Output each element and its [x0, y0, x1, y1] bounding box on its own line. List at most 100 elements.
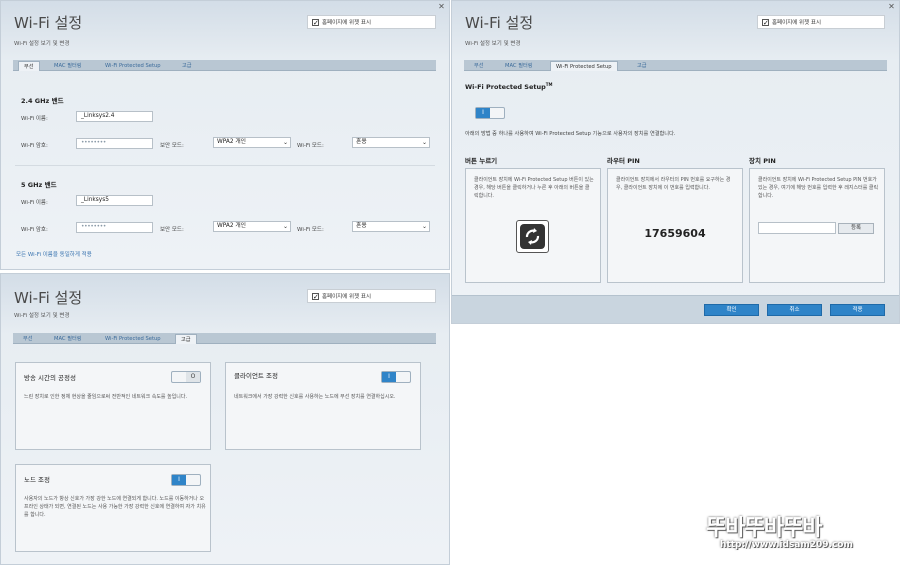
show-widget-checkbox[interactable]: ✓ 홈페이지에 위젯 표시: [307, 289, 436, 303]
band24-header: 2.4 GHz 밴드: [21, 97, 64, 105]
tab-wireless[interactable]: 무선: [18, 61, 40, 71]
band5-name-label: Wi-Fi 이름:: [21, 200, 48, 206]
band5-header: 5 GHz 밴드: [21, 181, 57, 189]
wifi-settings-window-advanced: Wi-Fi 설정 Wi-Fi 설정 보기 및 변경 ✓ 홈페이지에 위젯 표시 …: [0, 273, 450, 565]
client-steering-toggle-knob: I: [382, 372, 396, 382]
wifi-settings-window-wireless: ✕ Wi-Fi 설정 Wi-Fi 설정 보기 및 변경 ✓ 홈페이지에 위젯 표…: [0, 0, 450, 270]
tab-wps[interactable]: Wi-Fi Protected Setup: [100, 334, 166, 344]
push-button-panel: 클라이언트 장치에 Wi-Fi Protected Setup 버튼이 있는 경…: [465, 168, 601, 283]
band24-password-input[interactable]: ••••••••: [76, 138, 153, 149]
divider: [15, 165, 435, 166]
page-title: Wi-Fi 설정: [14, 14, 83, 32]
band5-mode-label: Wi-Fi 모드:: [297, 227, 324, 233]
tab-wireless[interactable]: 무선: [469, 61, 489, 71]
ok-button[interactable]: 확인: [704, 304, 759, 316]
trademark-mark: TM: [545, 82, 553, 87]
device-pin-text: 클라이언트 장치에 Wi-Fi Protected Setup PIN 번호가 …: [758, 177, 879, 199]
client-steering-panel: 클라이언트 조정 I 네트워크에서 가장 강력한 신호를 사용하는 노드에 무선…: [225, 362, 421, 450]
band5-password-input[interactable]: ••••••••: [76, 222, 153, 233]
band24-security-value: WPA2 개인: [217, 139, 247, 145]
checkmark-icon: ✓: [312, 18, 319, 27]
node-steering-panel: 노드 조정 I 사용자의 노드가 항상 신호가 가장 강한 노드에 연결되게 합…: [15, 464, 211, 552]
wps-footer: 확인 취소 적용: [452, 295, 899, 323]
wps-instruction: 아래의 방법 중 하나를 사용하여 Wi-Fi Protected Setup …: [465, 131, 676, 137]
same-name-link[interactable]: 모든 Wi-Fi 이름을 동일하게 적용: [16, 250, 92, 258]
airtime-fairness-toggle[interactable]: O: [171, 371, 201, 383]
band24-name-input[interactable]: _Linksys2.4: [76, 111, 153, 122]
airtime-fairness-title: 방송 시간의 공정성: [24, 374, 76, 382]
wps-icon: [520, 224, 545, 249]
airtime-fairness-panel: 방송 시간의 공정성 O 느린 장치로 인한 정체 현상을 줄임으로써 전반적인…: [15, 362, 211, 450]
tab-bar: 무선 MAC 필터링 Wi-Fi Protected Setup 고급: [13, 60, 436, 71]
apply-button[interactable]: 적용: [830, 304, 885, 316]
node-steering-toggle-knob: I: [172, 475, 186, 485]
chevron-down-icon: ⌄: [421, 139, 427, 146]
page-title: Wi-Fi 설정: [465, 14, 534, 32]
tab-wps[interactable]: Wi-Fi Protected Setup: [100, 61, 166, 71]
show-widget-label: 홈페이지에 위젯 표시: [322, 294, 372, 300]
checkmark-icon: ✓: [312, 292, 319, 301]
register-button[interactable]: 등록: [838, 223, 874, 234]
tab-bar: 무선 MAC 필터링 Wi-Fi Protected Setup 고급: [464, 60, 887, 71]
checkmark-icon: ✓: [762, 18, 769, 27]
node-steering-text: 사용자의 노드가 항상 신호가 가장 강한 노드에 연결되게 합니다. 노드를 …: [24, 496, 206, 518]
band5-name-input[interactable]: _Linksys5: [76, 195, 153, 206]
show-widget-label: 홈페이지에 위젯 표시: [322, 20, 372, 26]
band24-password-label: Wi-Fi 암호:: [21, 143, 48, 149]
close-icon[interactable]: ✕: [437, 2, 446, 11]
cancel-button[interactable]: 취소: [767, 304, 822, 316]
band5-security-value: WPA2 개인: [217, 223, 247, 229]
band24-security-select[interactable]: WPA2 개인 ⌄: [213, 137, 291, 148]
chevron-down-icon: ⌄: [282, 139, 288, 146]
device-pin-title: 장치 PIN: [749, 157, 776, 165]
tab-mac-filtering[interactable]: MAC 필터링: [49, 61, 87, 71]
node-steering-toggle[interactable]: I: [171, 474, 201, 486]
band24-security-label: 보안 모드:: [160, 143, 184, 149]
wps-heading-text: Wi-Fi Protected Setup: [465, 83, 546, 92]
band5-security-select[interactable]: WPA2 개인 ⌄: [213, 221, 291, 232]
airtime-fairness-text: 느린 장치로 인한 정체 현상을 줄임으로써 전반적인 네트워크 속도를 높입니…: [24, 394, 188, 400]
page-subtitle: Wi-Fi 설정 보기 및 변경: [465, 41, 521, 47]
tab-advanced[interactable]: 고급: [177, 61, 197, 71]
router-pin-title: 라우터 PIN: [607, 157, 640, 165]
page-title: Wi-Fi 설정: [14, 289, 83, 307]
wps-toggle[interactable]: I: [475, 107, 505, 119]
router-pin-panel: 클라이언트 장치에서 라우터의 PIN 번호를 요구하는 경우, 클라이언트 장…: [607, 168, 743, 283]
airtime-toggle-knob: O: [186, 372, 200, 382]
tab-wireless[interactable]: 무선: [18, 334, 38, 344]
wps-toggle-knob: I: [476, 108, 490, 118]
device-pin-panel: 클라이언트 장치에 Wi-Fi Protected Setup PIN 번호가 …: [749, 168, 885, 283]
show-widget-checkbox[interactable]: ✓ 홈페이지에 위젯 표시: [307, 15, 436, 29]
push-button-text: 클라이언트 장치에 Wi-Fi Protected Setup 버튼이 있는 경…: [474, 177, 594, 199]
tab-advanced[interactable]: 고급: [175, 334, 197, 344]
wps-push-button[interactable]: [516, 220, 549, 253]
band5-mode-select[interactable]: 혼용 ⌄: [352, 221, 430, 232]
show-widget-checkbox[interactable]: ✓ 홈페이지에 위젯 표시: [757, 15, 885, 29]
band24-mode-select[interactable]: 혼용 ⌄: [352, 137, 430, 148]
band24-mode-value: 혼용: [356, 139, 367, 145]
band5-security-label: 보안 모드:: [160, 227, 184, 233]
client-steering-toggle[interactable]: I: [381, 371, 411, 383]
watermark-logo: 뚜바뚜바뚜바: [706, 516, 822, 541]
band5-mode-value: 혼용: [356, 223, 367, 229]
tab-mac-filtering[interactable]: MAC 필터링: [49, 334, 87, 344]
chevron-down-icon: ⌄: [421, 223, 427, 230]
watermark-url: http://www.idsam209.com: [720, 540, 853, 550]
push-button-title: 버튼 누르기: [465, 157, 498, 165]
band24-mode-label: Wi-Fi 모드:: [297, 143, 324, 149]
show-widget-label: 홈페이지에 위젯 표시: [772, 20, 822, 26]
wifi-settings-window-wps: ✕ Wi-Fi 설정 Wi-Fi 설정 보기 및 변경 ✓ 홈페이지에 위젯 표…: [451, 0, 900, 324]
router-pin-value: 17659604: [644, 227, 706, 240]
tab-wps[interactable]: Wi-Fi Protected Setup: [550, 61, 618, 71]
device-pin-input[interactable]: [758, 222, 836, 234]
client-steering-title: 클라이언트 조정: [234, 372, 278, 380]
tab-bar: 무선 MAC 필터링 Wi-Fi Protected Setup 고급: [13, 333, 436, 344]
tab-advanced[interactable]: 고급: [632, 61, 652, 71]
band24-name-label: Wi-Fi 이름:: [21, 116, 48, 122]
client-steering-text: 네트워크에서 가장 강력한 신호를 사용하는 노드에 무선 장치를 연결하십시오…: [234, 394, 396, 400]
page-subtitle: Wi-Fi 설정 보기 및 변경: [14, 313, 70, 319]
wps-heading: Wi-Fi Protected SetupTM: [465, 82, 552, 91]
band5-password-label: Wi-Fi 암호:: [21, 227, 48, 233]
tab-mac-filtering[interactable]: MAC 필터링: [500, 61, 538, 71]
close-icon[interactable]: ✕: [887, 2, 896, 11]
